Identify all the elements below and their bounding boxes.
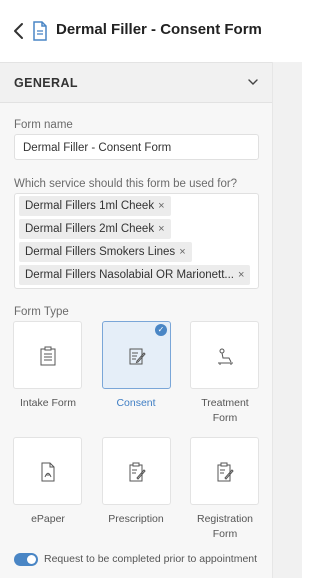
service-chip: Dermal Fillers Nasolabial OR Marionett..… [19,265,251,285]
back-arrow-icon[interactable] [10,20,30,42]
service-chip: Dermal Fillers Smokers Lines × [19,242,192,262]
form-type-label: Form Type [14,306,69,318]
form-type-registration-label: Registration [196,513,254,525]
service-chip-label: Dermal Fillers 2ml Cheek [25,223,155,235]
form-type-treatment-card[interactable] [190,321,259,389]
treatment-chair-icon [218,348,233,365]
toggle-knob [27,555,36,564]
form-type-registration-label-line2: Form [212,528,238,540]
clipboard-pen-icon [217,462,234,482]
document-edit-icon [129,348,146,365]
general-section-header[interactable]: GENERAL [0,63,272,103]
selected-check-icon: ✓ [155,324,167,336]
form-name-input[interactable]: Dermal Filler - Consent Form [14,134,259,160]
remove-chip-icon[interactable]: × [158,223,164,235]
services-label: Which service should this form be used f… [14,178,238,190]
form-name-value: Dermal Filler - Consent Form [23,142,172,154]
service-chip-label: Dermal Fillers Smokers Lines [25,246,176,258]
form-type-prescription-card[interactable] [102,437,171,505]
page-header: Dermal Filler - Consent Form [0,0,302,62]
pdf-file-icon [41,462,55,482]
form-type-consent-card[interactable]: ✓ [102,321,171,389]
clipboard-list-icon [40,346,56,366]
clipboard-pen-icon [129,462,146,482]
form-type-registration-card[interactable] [190,437,259,505]
form-type-consent-label: Consent [116,397,156,409]
prior-completion-label: Request to be completed prior to appoint… [44,553,258,565]
form-type-prescription-label: Prescription [108,513,164,525]
section-title: GENERAL [14,76,78,90]
prior-completion-toggle[interactable] [14,553,38,566]
service-chip: Dermal Fillers 2ml Cheek × [19,219,171,239]
form-type-epaper-label: ePaper [31,513,65,525]
form-type-epaper-card[interactable] [13,437,82,505]
form-type-intake-label: Intake Form [19,397,77,409]
chevron-down-icon[interactable] [247,76,259,88]
form-type-intake-card[interactable] [13,321,82,389]
service-chip: Dermal Fillers 1ml Cheek × [19,196,171,216]
document-icon [33,21,47,41]
service-chip-label: Dermal Fillers Nasolabial OR Marionett..… [25,269,234,281]
settings-panel: GENERAL Form name Dermal Filler - Consen… [0,62,272,578]
service-chip-label: Dermal Fillers 1ml Cheek [25,200,155,212]
form-type-treatment-label-line2: Form [212,412,238,424]
page-title: Dermal Filler - Consent Form [56,21,262,38]
remove-chip-icon[interactable]: × [158,200,164,212]
remove-chip-icon[interactable]: × [179,246,185,258]
side-gutter [272,62,302,578]
form-type-treatment-label: Treatment [201,397,249,409]
form-name-label: Form name [14,119,73,131]
remove-chip-icon[interactable]: × [238,269,244,281]
